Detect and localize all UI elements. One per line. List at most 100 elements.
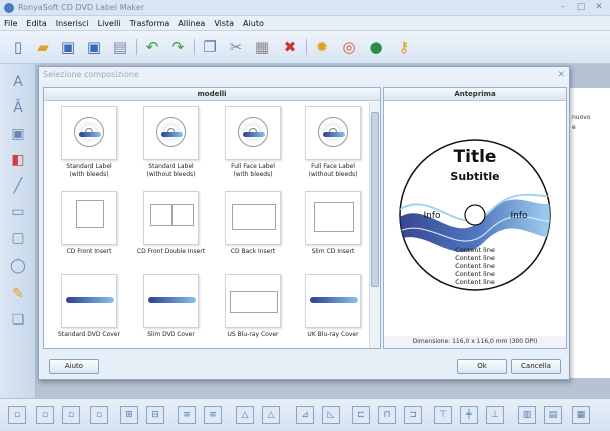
rounded-rect-tool-icon[interactable]: ▢	[8, 228, 28, 248]
template-slim-cd-insert[interactable]: Slim CD Insert	[296, 191, 368, 256]
preview-subtitle: Subtitle	[450, 170, 499, 183]
size-icon[interactable]: ▤	[544, 406, 562, 424]
template-slim-dvd-cover[interactable]: Slim DVD Cover	[134, 274, 208, 339]
template-standard-label-bleeds[interactable]: Standard Label (with bleeds)	[52, 106, 126, 179]
models-header: modelli	[44, 88, 380, 101]
align-icon[interactable]: ▫	[62, 406, 80, 424]
rectangle-tool-icon[interactable]: ▭	[8, 202, 28, 222]
copy-icon[interactable]: ❐	[200, 37, 220, 57]
layers-tool-icon[interactable]: ❏	[8, 310, 28, 330]
undo-icon[interactable]: ↶	[142, 37, 162, 57]
template-cd-front-double-insert[interactable]: CD Front Double Insert	[134, 191, 208, 256]
ungroup-icon[interactable]: ⊟	[146, 406, 164, 424]
template-cd-back-insert[interactable]: CD Back Insert	[216, 191, 290, 256]
menu-inserisci[interactable]: Inserisci	[56, 19, 89, 28]
size-icon[interactable]: ▦	[572, 406, 590, 424]
models-scrollbar[interactable]	[369, 102, 380, 348]
save-as-icon[interactable]: ▣	[84, 37, 104, 57]
dimension-label: Dimensione: 116,0 x 116,0 mm (300 DPI)	[384, 336, 566, 348]
template-uk-bluray-cover[interactable]: UK Blu-ray Cover	[296, 274, 368, 339]
template-grid: Standard Label (with bleeds) Standard La…	[44, 102, 368, 348]
line-tool-icon[interactable]: ╱	[8, 176, 28, 196]
close-window-button[interactable]: ✕	[592, 2, 606, 13]
cancel-button[interactable]: Cancella	[511, 359, 561, 374]
help-button[interactable]: Aiuto	[49, 359, 99, 374]
minimize-button[interactable]: –	[556, 2, 570, 13]
key-icon[interactable]: ⚷	[394, 37, 414, 57]
menu-allinea[interactable]: Allinea	[178, 19, 205, 28]
align-top-icon[interactable]: ⊤	[434, 406, 452, 424]
save-icon[interactable]: ▣	[58, 37, 78, 57]
template-label: Full Face Label (without bleeds)	[308, 163, 358, 178]
shapes-tool-icon[interactable]: ◧	[8, 150, 28, 170]
menu-vista[interactable]: Vista	[214, 19, 234, 28]
rotate-left-icon[interactable]: △	[236, 406, 254, 424]
toolbar-separator	[194, 39, 195, 55]
toolbar-separator	[136, 39, 137, 55]
menu-livelli[interactable]: Livelli	[98, 19, 121, 28]
template-cd-front-insert[interactable]: CD Front Insert	[52, 191, 126, 256]
template-thumbnail	[305, 191, 361, 245]
template-thumbnail	[61, 274, 117, 328]
menu-trasforma[interactable]: Trasforma	[130, 19, 170, 28]
distribute-icon[interactable]: ≡	[178, 406, 196, 424]
open-icon[interactable]: ▰	[33, 37, 53, 57]
right-panel-text: e	[572, 124, 576, 131]
template-label: CD Back Insert	[230, 248, 276, 255]
template-standard-dvd-cover[interactable]: Standard DVD Cover	[52, 274, 126, 339]
align-center-icon[interactable]: ⊓	[378, 406, 396, 424]
paste-icon[interactable]: ▦	[252, 37, 272, 57]
template-full-face-no-bleeds[interactable]: Full Face Label (without bleeds)	[296, 106, 368, 179]
preview-content-line: Content line	[455, 270, 495, 278]
toolbar-separator	[306, 39, 307, 55]
flip-icon[interactable]: ◺	[322, 406, 340, 424]
align-icon[interactable]: ▫	[36, 406, 54, 424]
new-icon[interactable]: ▯	[8, 37, 28, 57]
web-icon[interactable]: ●	[366, 37, 386, 57]
template-us-bluray-cover[interactable]: US Blu-ray Cover	[216, 274, 290, 339]
dialog-close-icon[interactable]: ✕	[557, 67, 565, 83]
align-left-icon[interactable]: ⊏	[352, 406, 370, 424]
menu-edita[interactable]: Edita	[26, 19, 46, 28]
left-toolbox: A Â ▣ ◧ ╱ ▭ ▢ ◯ ✎ ❏	[0, 64, 36, 398]
menu-aiuto[interactable]: Aiuto	[243, 19, 264, 28]
maximize-button[interactable]: □	[574, 2, 588, 13]
curved-text-tool-icon[interactable]: Â	[8, 98, 28, 118]
redo-icon[interactable]: ↷	[168, 37, 188, 57]
template-thumbnail	[225, 274, 281, 328]
pencil-tool-icon[interactable]: ✎	[8, 284, 28, 304]
delete-icon[interactable]: ✖	[280, 37, 300, 57]
menu-file[interactable]: File	[4, 19, 17, 28]
align-right-icon[interactable]: ⊐	[404, 406, 422, 424]
preview-content-line: Content line	[455, 246, 495, 254]
settings-icon[interactable]: ✹	[312, 37, 332, 57]
template-thumbnail	[305, 274, 361, 328]
align-icon[interactable]: ▫	[8, 406, 26, 424]
app-icon	[4, 3, 14, 13]
group-icon[interactable]: ⊞	[120, 406, 138, 424]
help-icon[interactable]: ◎	[339, 37, 359, 57]
size-icon[interactable]: ▥	[518, 406, 536, 424]
menu-bar: File Edita Inserisci Livelli Trasforma A…	[0, 16, 610, 31]
scrollbar-thumb[interactable]	[371, 112, 379, 287]
template-label: Standard DVD Cover	[58, 331, 120, 338]
template-label: CD Front Insert	[66, 248, 112, 255]
cut-icon[interactable]: ✂	[226, 37, 246, 57]
flip-icon[interactable]: ⊿	[296, 406, 314, 424]
ellipse-tool-icon[interactable]: ◯	[8, 256, 28, 276]
template-standard-label-no-bleeds[interactable]: Standard Label (without bleeds)	[134, 106, 208, 179]
text-tool-icon[interactable]: A	[8, 72, 28, 92]
image-tool-icon[interactable]: ▣	[8, 124, 28, 144]
distribute-icon[interactable]: ≡	[204, 406, 222, 424]
print-icon[interactable]: ▤	[110, 37, 130, 57]
ok-button[interactable]: Ok	[457, 359, 507, 374]
template-full-face-bleeds[interactable]: Full Face Label (with bleeds)	[216, 106, 290, 179]
template-label: Slim DVD Cover	[147, 331, 195, 338]
align-middle-icon[interactable]: ╪	[460, 406, 478, 424]
preview-content-line: Content line	[455, 254, 495, 262]
align-icon[interactable]: ▫	[90, 406, 108, 424]
rotate-right-icon[interactable]: △	[262, 406, 280, 424]
preview-area: Title Subtitle Info Info Content line Co…	[384, 102, 566, 334]
align-bottom-icon[interactable]: ⊥	[486, 406, 504, 424]
template-label: US Blu-ray Cover	[227, 331, 279, 338]
